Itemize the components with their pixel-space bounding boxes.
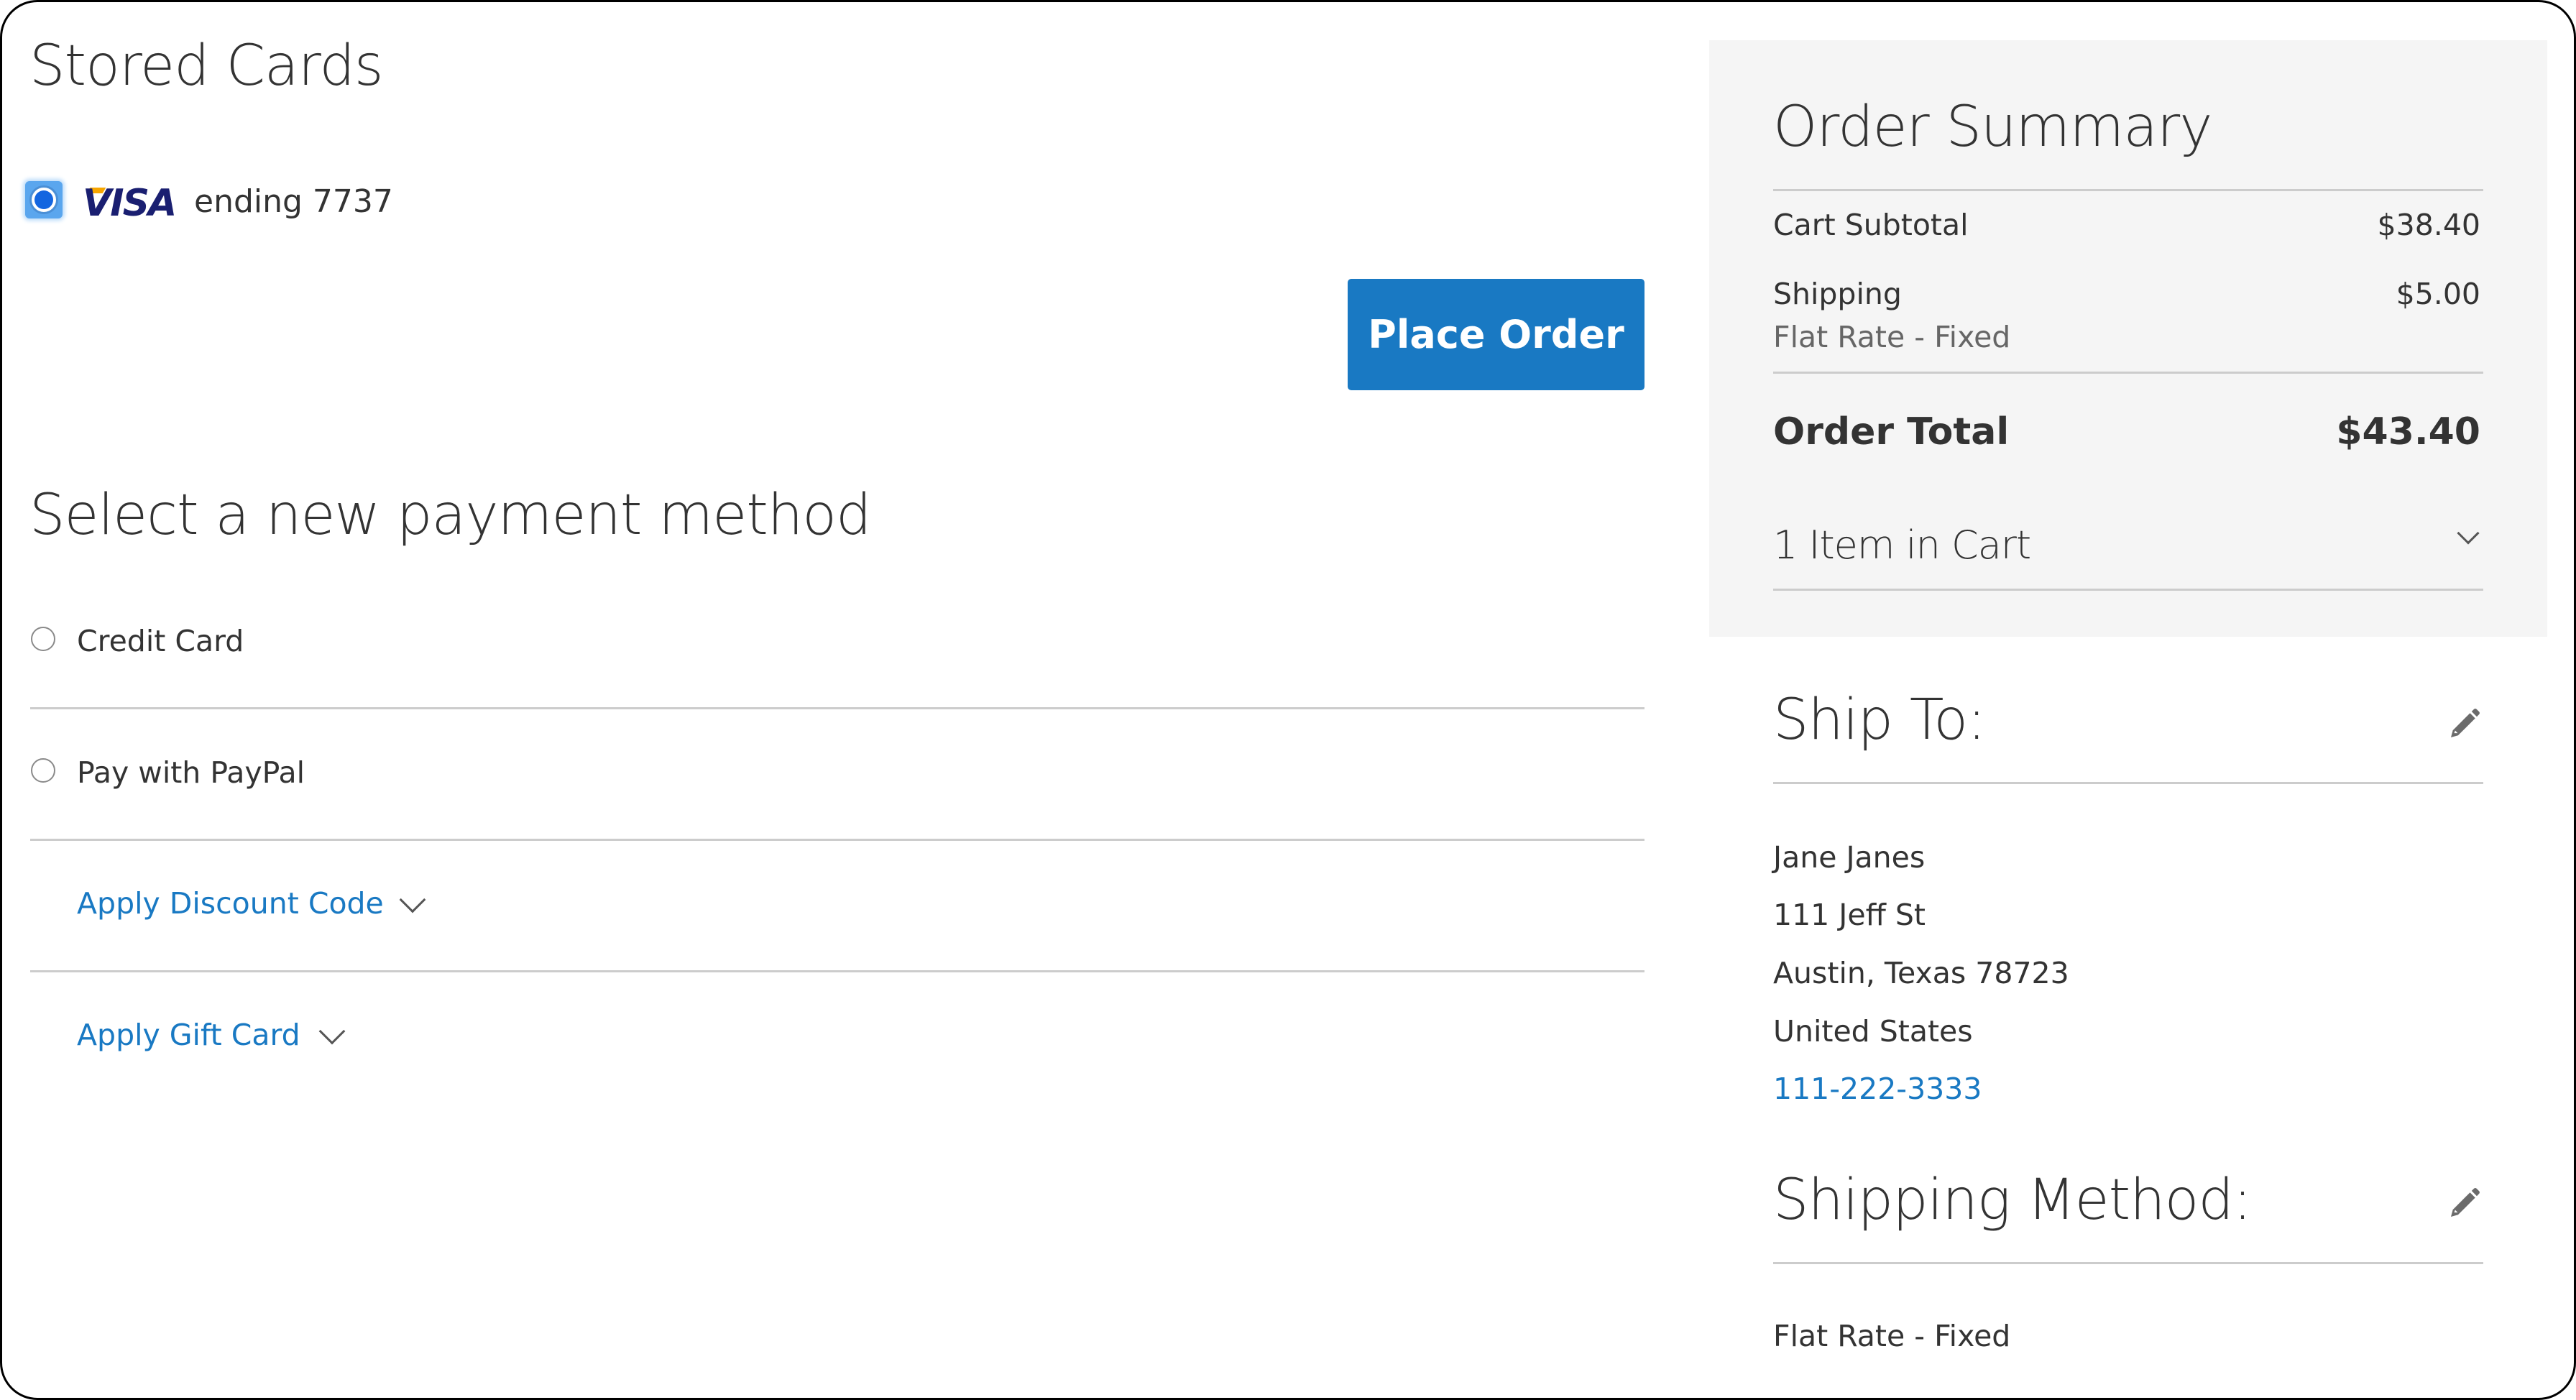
- credit-card-radio[interactable]: [31, 627, 55, 651]
- edit-pencil-icon[interactable]: [2444, 705, 2483, 744]
- place-order-button[interactable]: Place Order: [1348, 279, 1644, 390]
- divider: [1773, 1262, 2483, 1264]
- chevron-down-icon[interactable]: [399, 886, 426, 913]
- checkout-page: Stored Cards VISA ending 7737 Place Orde…: [0, 0, 2576, 1400]
- ship-to-phone-link[interactable]: 111-222-3333: [1773, 1074, 1982, 1104]
- apply-gift-card-link[interactable]: Apply Gift Card: [77, 1021, 300, 1050]
- edit-pencil-icon[interactable]: [2444, 1184, 2483, 1223]
- order-summary-title: Order Summary: [1773, 95, 2212, 160]
- shipping-method-sublabel: Flat Rate - Fixed: [1773, 320, 2011, 354]
- divider: [1773, 589, 2483, 591]
- apply-discount-link[interactable]: Apply Discount Code: [77, 889, 384, 918]
- ship-to-country: United States: [1773, 1014, 1973, 1049]
- items-in-cart-label[interactable]: 1 Item in Cart: [1773, 522, 2031, 568]
- visa-logo-icon: VISA: [83, 182, 177, 225]
- ship-to-street: 111 Jeff St: [1773, 898, 1926, 932]
- chevron-down-icon[interactable]: [318, 1018, 346, 1045]
- divider: [30, 970, 1644, 972]
- shipping-method-value: Flat Rate - Fixed: [1773, 1319, 2011, 1353]
- order-total-label: Order Total: [1773, 410, 2010, 453]
- divider: [30, 707, 1644, 709]
- divider: [1773, 782, 2483, 784]
- card-ending-label: ending 7737: [194, 183, 393, 220]
- radio-dot: [34, 190, 53, 209]
- shipping-method-title: Shipping Method:: [1773, 1168, 2252, 1233]
- new-payment-method-title: Select a new payment method: [29, 483, 871, 548]
- cart-subtotal-label: Cart Subtotal: [1773, 208, 1969, 242]
- cart-subtotal-value: $38.40: [2377, 208, 2480, 242]
- divider: [30, 839, 1644, 841]
- divider: [1773, 372, 2483, 374]
- order-total-value: $43.40: [2336, 410, 2480, 453]
- paypal-label[interactable]: Pay with PayPal: [77, 758, 305, 788]
- stored-card-radio[interactable]: [25, 181, 63, 218]
- shipping-label: Shipping: [1773, 277, 1902, 311]
- ship-to-title: Ship To:: [1773, 688, 1986, 752]
- paypal-radio[interactable]: [31, 758, 55, 783]
- shipping-value: $5.00: [2396, 277, 2480, 311]
- ship-to-name: Jane Janes: [1773, 840, 1926, 875]
- divider: [1773, 189, 2483, 191]
- stored-cards-title: Stored Cards: [29, 34, 384, 98]
- ship-to-city: Austin, Texas 78723: [1773, 956, 2069, 990]
- credit-card-label[interactable]: Credit Card: [77, 627, 244, 656]
